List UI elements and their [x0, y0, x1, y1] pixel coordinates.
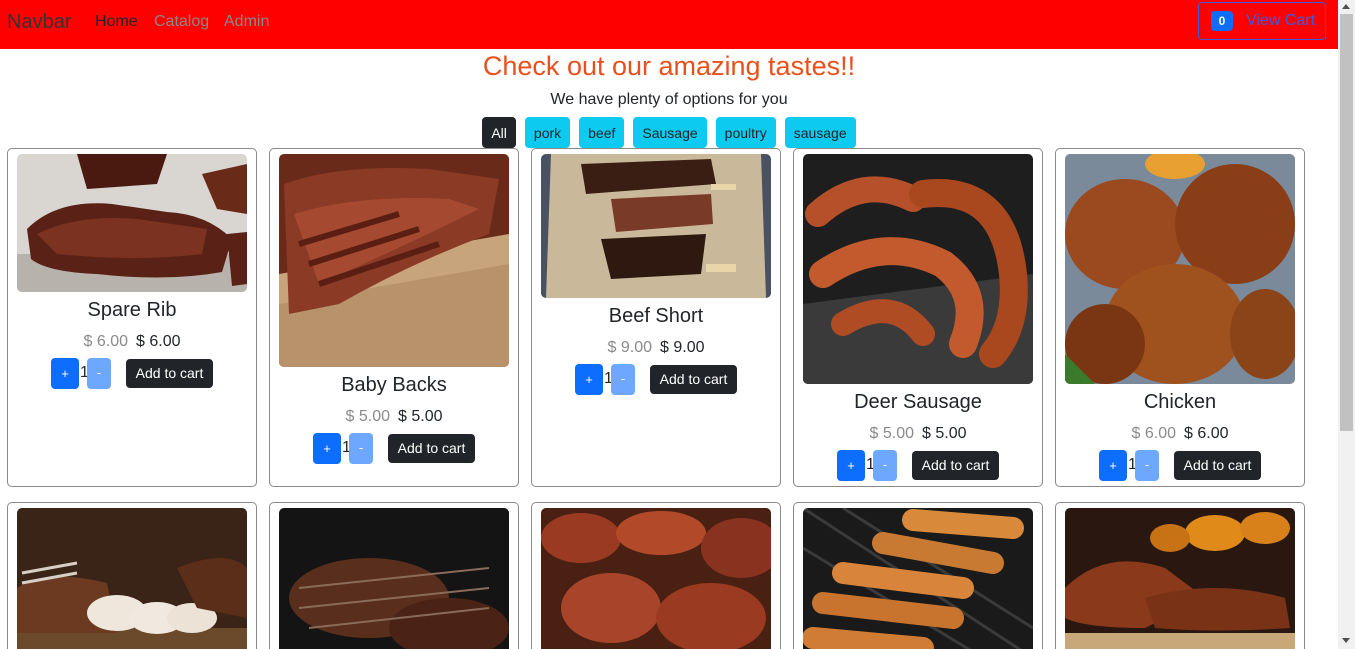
- product-name: Baby Backs: [341, 374, 447, 396]
- decrement-button[interactable]: -: [87, 358, 111, 389]
- add-to-cart-button[interactable]: Add to cart: [1174, 451, 1261, 480]
- product-price: $ 5.00 $ 5.00: [270, 408, 518, 426]
- product-name: Chicken: [1143, 391, 1217, 413]
- product-image-spare-rib: [17, 154, 247, 292]
- current-price: $ 6.00: [1184, 425, 1229, 442]
- navbar: Navbar Home Catalog Admin 0 View Cart: [0, 0, 1338, 49]
- nav-admin-link[interactable]: Admin: [224, 13, 269, 31]
- product-card-chicken: Chicken $ 6.00 $ 6.00 + 1 - Add to cart: [1055, 148, 1305, 487]
- product-price: $ 6.00 $ 6.00: [1056, 425, 1304, 443]
- nav-catalog-link[interactable]: Catalog: [154, 13, 209, 31]
- decrement-button[interactable]: -: [611, 364, 635, 395]
- filter-pork[interactable]: pork: [524, 117, 571, 148]
- original-price: $ 5.00: [345, 408, 390, 425]
- product-card-brisket: [269, 502, 519, 649]
- product-image-deer-sausage: [803, 154, 1033, 384]
- original-price: $ 9.00: [607, 339, 652, 356]
- cart-count-badge: 0: [1211, 11, 1233, 31]
- original-price: $ 6.00: [83, 333, 128, 350]
- increment-button[interactable]: +: [313, 433, 341, 464]
- page-scrollbar[interactable]: [1338, 0, 1355, 649]
- decrement-button[interactable]: -: [1135, 450, 1159, 481]
- product-name: Deer Sausage: [854, 391, 982, 413]
- product-card-spare-rib: Spare Rib $ 6.00 $ 6.00 + 1 - Add to cart: [7, 148, 257, 487]
- product-name: Spare Rib: [87, 299, 177, 321]
- product-image: [803, 508, 1033, 649]
- original-price: $ 5.00: [869, 425, 914, 442]
- increment-button[interactable]: +: [837, 450, 865, 481]
- current-price: $ 5.00: [398, 408, 443, 425]
- filter-all[interactable]: All: [482, 117, 516, 148]
- product-image: [541, 508, 771, 649]
- product-price: $ 9.00 $ 9.00: [532, 339, 780, 357]
- product-card-beef-short: Beef Short $ 9.00 $ 9.00 + 1 - Add to car…: [531, 148, 781, 487]
- scroll-up-arrow-icon[interactable]: [1342, 4, 1350, 9]
- scroll-thumb[interactable]: [1340, 14, 1353, 431]
- scroll-down-arrow-icon[interactable]: [1342, 638, 1350, 643]
- decrement-button[interactable]: -: [349, 433, 373, 464]
- increment-button[interactable]: +: [51, 358, 79, 389]
- product-card-bbq-chicken: [531, 502, 781, 649]
- product-card-grilled-sausage: [793, 502, 1043, 649]
- product-image: [1065, 508, 1295, 649]
- product-image-chicken: [1065, 154, 1295, 384]
- product-image: [279, 508, 509, 649]
- increment-button[interactable]: +: [575, 364, 603, 395]
- current-price: $ 6.00: [136, 333, 181, 350]
- filter-sausage[interactable]: sausage: [784, 117, 856, 148]
- product-image-beef-short: [541, 154, 771, 298]
- page-subtitle: We have plenty of options for you: [550, 91, 788, 108]
- navbar-brand[interactable]: Navbar: [7, 11, 71, 34]
- add-to-cart-button[interactable]: Add to cart: [650, 365, 737, 394]
- add-to-cart-button[interactable]: Add to cart: [126, 359, 213, 388]
- decrement-button[interactable]: -: [873, 450, 897, 481]
- product-price: $ 5.00 $ 5.00: [794, 425, 1042, 443]
- page-title: Check out our amazing tastes!!: [482, 51, 856, 81]
- product-price: $ 6.00 $ 6.00: [8, 333, 256, 351]
- product-card-deer-sausage: Deer Sausage $ 5.00 $ 5.00 + 1 - Add to c…: [793, 148, 1043, 487]
- nav-home-link[interactable]: Home: [95, 13, 138, 31]
- filter-poultry[interactable]: poultry: [715, 117, 776, 148]
- product-card-turkey-legs: [1055, 502, 1305, 649]
- original-price: $ 6.00: [1131, 425, 1176, 442]
- category-filters: All pork beef Sausage poultry sausage: [0, 117, 1338, 148]
- product-card-baby-backs: Baby Backs $ 5.00 $ 5.00 + 1 - Add to car…: [269, 148, 519, 487]
- product-image: [17, 508, 247, 649]
- view-cart-label: View Cart: [1246, 12, 1316, 29]
- view-cart-button[interactable]: 0 View Cart: [1198, 2, 1326, 40]
- add-to-cart-button[interactable]: Add to cart: [912, 451, 999, 480]
- filter-sausage-capital[interactable]: Sausage: [633, 117, 707, 148]
- add-to-cart-button[interactable]: Add to cart: [388, 434, 475, 463]
- current-price: $ 9.00: [660, 339, 705, 356]
- increment-button[interactable]: +: [1099, 450, 1127, 481]
- product-image-baby-backs: [279, 154, 509, 367]
- product-name: Beef Short: [608, 305, 704, 327]
- current-price: $ 5.00: [922, 425, 967, 442]
- product-card-smoked-turkey: [7, 502, 257, 649]
- filter-beef[interactable]: beef: [579, 117, 625, 148]
